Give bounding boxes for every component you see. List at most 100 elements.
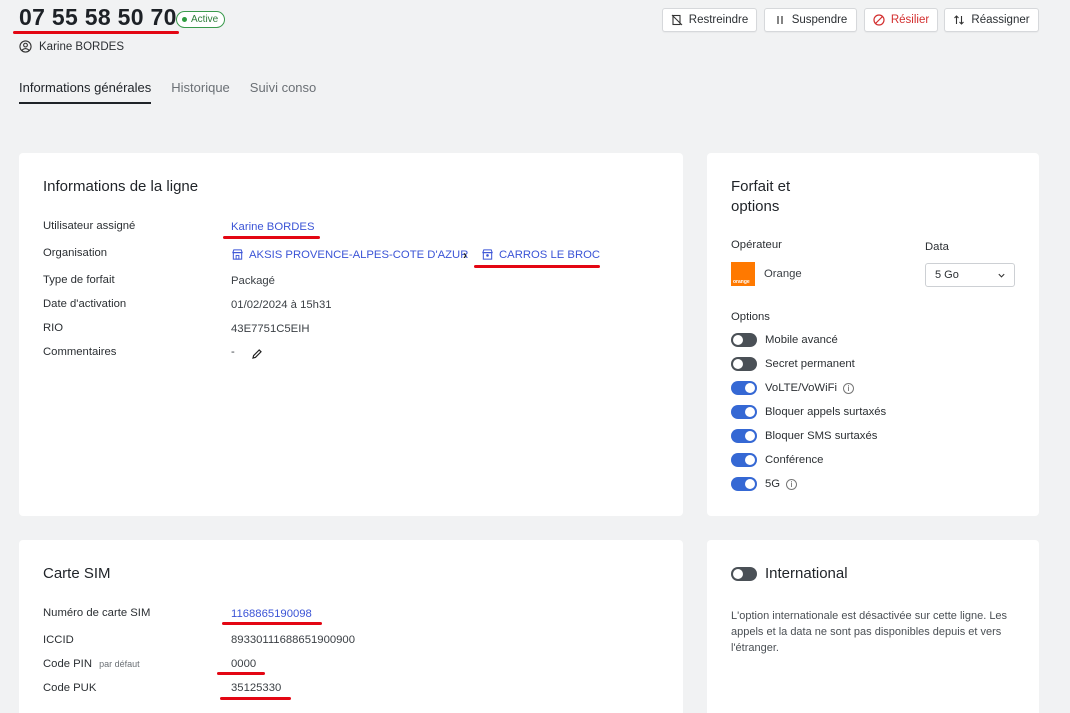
status-dot-icon — [182, 17, 187, 22]
puk-value: 35125330 — [231, 682, 282, 694]
toggle-knob — [745, 479, 755, 489]
annotation-underline — [13, 31, 179, 34]
sim-number-label: Numéro de carte SIM — [43, 607, 151, 619]
store-user-icon — [482, 249, 493, 260]
toggle-knob — [745, 407, 755, 417]
status-badge: Active — [176, 11, 226, 28]
data-select[interactable]: 5 Go — [925, 263, 1015, 287]
pin-label: Code PIN par défaut — [43, 658, 140, 670]
orange-logo-text: orange — [733, 279, 750, 285]
pause-icon — [777, 16, 783, 24]
annotation-underline — [220, 697, 291, 700]
tab-history[interactable]: Historique — [171, 80, 230, 104]
swap-arrows-icon — [954, 15, 965, 25]
pin-default-note: par défaut — [99, 659, 140, 669]
comments-label: Commentaires — [43, 346, 117, 358]
chevron-right-icon: › — [463, 248, 467, 262]
tab-bar: Informations générales Historique Suivi … — [19, 80, 336, 104]
option-block-premium-sms: Bloquer SMS surtaxés — [765, 430, 877, 442]
toggle-knob — [733, 335, 743, 345]
option-label: Conférence — [765, 454, 824, 466]
status-label: Active — [191, 14, 219, 25]
sim-card-card — [19, 540, 683, 713]
international-description: L'option internationale est désactivée s… — [731, 610, 1008, 654]
option-label: Mobile avancé — [765, 334, 838, 346]
international-title: International — [765, 565, 848, 582]
suspend-label: Suspendre — [791, 14, 848, 26]
iccid-value: 89330111688651900900 — [231, 634, 355, 646]
info-icon[interactable]: i — [843, 382, 854, 394]
iccid-label: ICCID — [43, 634, 74, 646]
org-child-link[interactable]: CARROS LE BROC — [481, 248, 600, 261]
toggle-knob — [733, 569, 743, 579]
operator-label: Opérateur — [731, 239, 782, 251]
toggle-block-premium-sms[interactable] — [731, 429, 757, 443]
toggle-international[interactable] — [731, 567, 757, 581]
terminate-label: Résilier — [890, 14, 930, 26]
info-icon[interactable]: i — [786, 478, 798, 490]
rio-value: 43E7751C5EIH — [231, 323, 310, 335]
annotation-underline — [474, 265, 600, 268]
org-child-name: CARROS LE BROC — [499, 248, 601, 261]
option-secret-permanent: Secret permanent — [765, 358, 855, 370]
tab-consumption[interactable]: Suivi conso — [250, 80, 316, 104]
toggle-knob — [745, 431, 755, 441]
ban-icon — [873, 14, 885, 26]
owner-name: Karine BORDES — [39, 40, 125, 53]
plan-title-line2: options — [731, 198, 780, 215]
store-icon — [232, 249, 243, 260]
orange-logo: orange — [731, 262, 755, 286]
restrict-button[interactable]: Restreindre — [662, 8, 757, 32]
toggle-conference[interactable] — [731, 453, 757, 467]
option-label: Bloquer appels surtaxés — [765, 406, 887, 418]
line-info-card — [19, 153, 683, 516]
operator-value: Orange — [764, 268, 802, 280]
data-select-value: 5 Go — [935, 269, 959, 281]
user-link[interactable]: Karine BORDES — [231, 221, 315, 233]
rio-label: RIO — [43, 322, 64, 334]
org-parent-link[interactable]: AKSIS PROVENCE-ALPES-COTE D'AZUR — [231, 248, 468, 261]
activation-date-label: Date d'activation — [43, 298, 127, 310]
restrict-label: Restreindre — [688, 14, 749, 26]
comments-value: - — [231, 346, 235, 358]
user-circle-icon — [19, 40, 32, 53]
option-label: Secret permanent — [765, 358, 855, 370]
option-5g: 5G i — [765, 478, 798, 490]
pin-label-text: Code PIN — [43, 658, 92, 670]
phone-number: 07 55 58 50 70 — [19, 4, 177, 30]
toggle-volte-vowifi[interactable] — [731, 381, 757, 395]
suspend-button[interactable]: Suspendre — [764, 8, 857, 32]
data-label: Data — [925, 241, 949, 253]
sim-number-link[interactable]: 1168865190098 — [231, 608, 312, 620]
plan-title-line1: Forfait et — [731, 178, 791, 195]
option-label: VoLTE/VoWiFi — [765, 382, 837, 394]
chevron-down-icon — [998, 273, 1005, 278]
toggle-5g[interactable] — [731, 477, 757, 491]
toggle-mobile-advanced[interactable] — [731, 333, 757, 347]
activation-date-value: 01/02/2024 à 15h31 — [231, 299, 332, 311]
organisation-label: Organisation — [43, 247, 108, 259]
terminate-button[interactable]: Résilier — [864, 8, 938, 32]
toggle-secret-permanent[interactable] — [731, 357, 757, 371]
option-mobile-advanced: Mobile avancé — [765, 334, 838, 346]
pin-value: 0000 — [231, 658, 257, 670]
option-volte-vowifi: VoLTE/VoWiFi i — [765, 382, 854, 394]
reassign-button[interactable]: Réassigner — [944, 8, 1039, 32]
plan-type-label: Type de forfait — [43, 274, 115, 286]
user-label: Utilisateur assigné — [43, 220, 136, 232]
puk-label: Code PUK — [43, 682, 97, 694]
toggle-knob — [745, 383, 755, 393]
edit-pencil-icon[interactable] — [251, 348, 263, 360]
options-label: Options — [731, 311, 770, 323]
toggle-knob — [733, 359, 743, 369]
toggle-knob — [745, 455, 755, 465]
annotation-underline — [223, 236, 320, 239]
line-owner: Karine BORDES — [19, 40, 124, 53]
toggle-block-premium-calls[interactable] — [731, 405, 757, 419]
restrict-icon — [671, 14, 683, 26]
option-label: Bloquer SMS surtaxés — [765, 430, 878, 442]
tab-general-info[interactable]: Informations générales — [19, 80, 152, 104]
line-info-title: Informations de la ligne — [43, 178, 199, 195]
annotation-underline — [222, 622, 322, 625]
option-label: 5G — [765, 478, 781, 490]
